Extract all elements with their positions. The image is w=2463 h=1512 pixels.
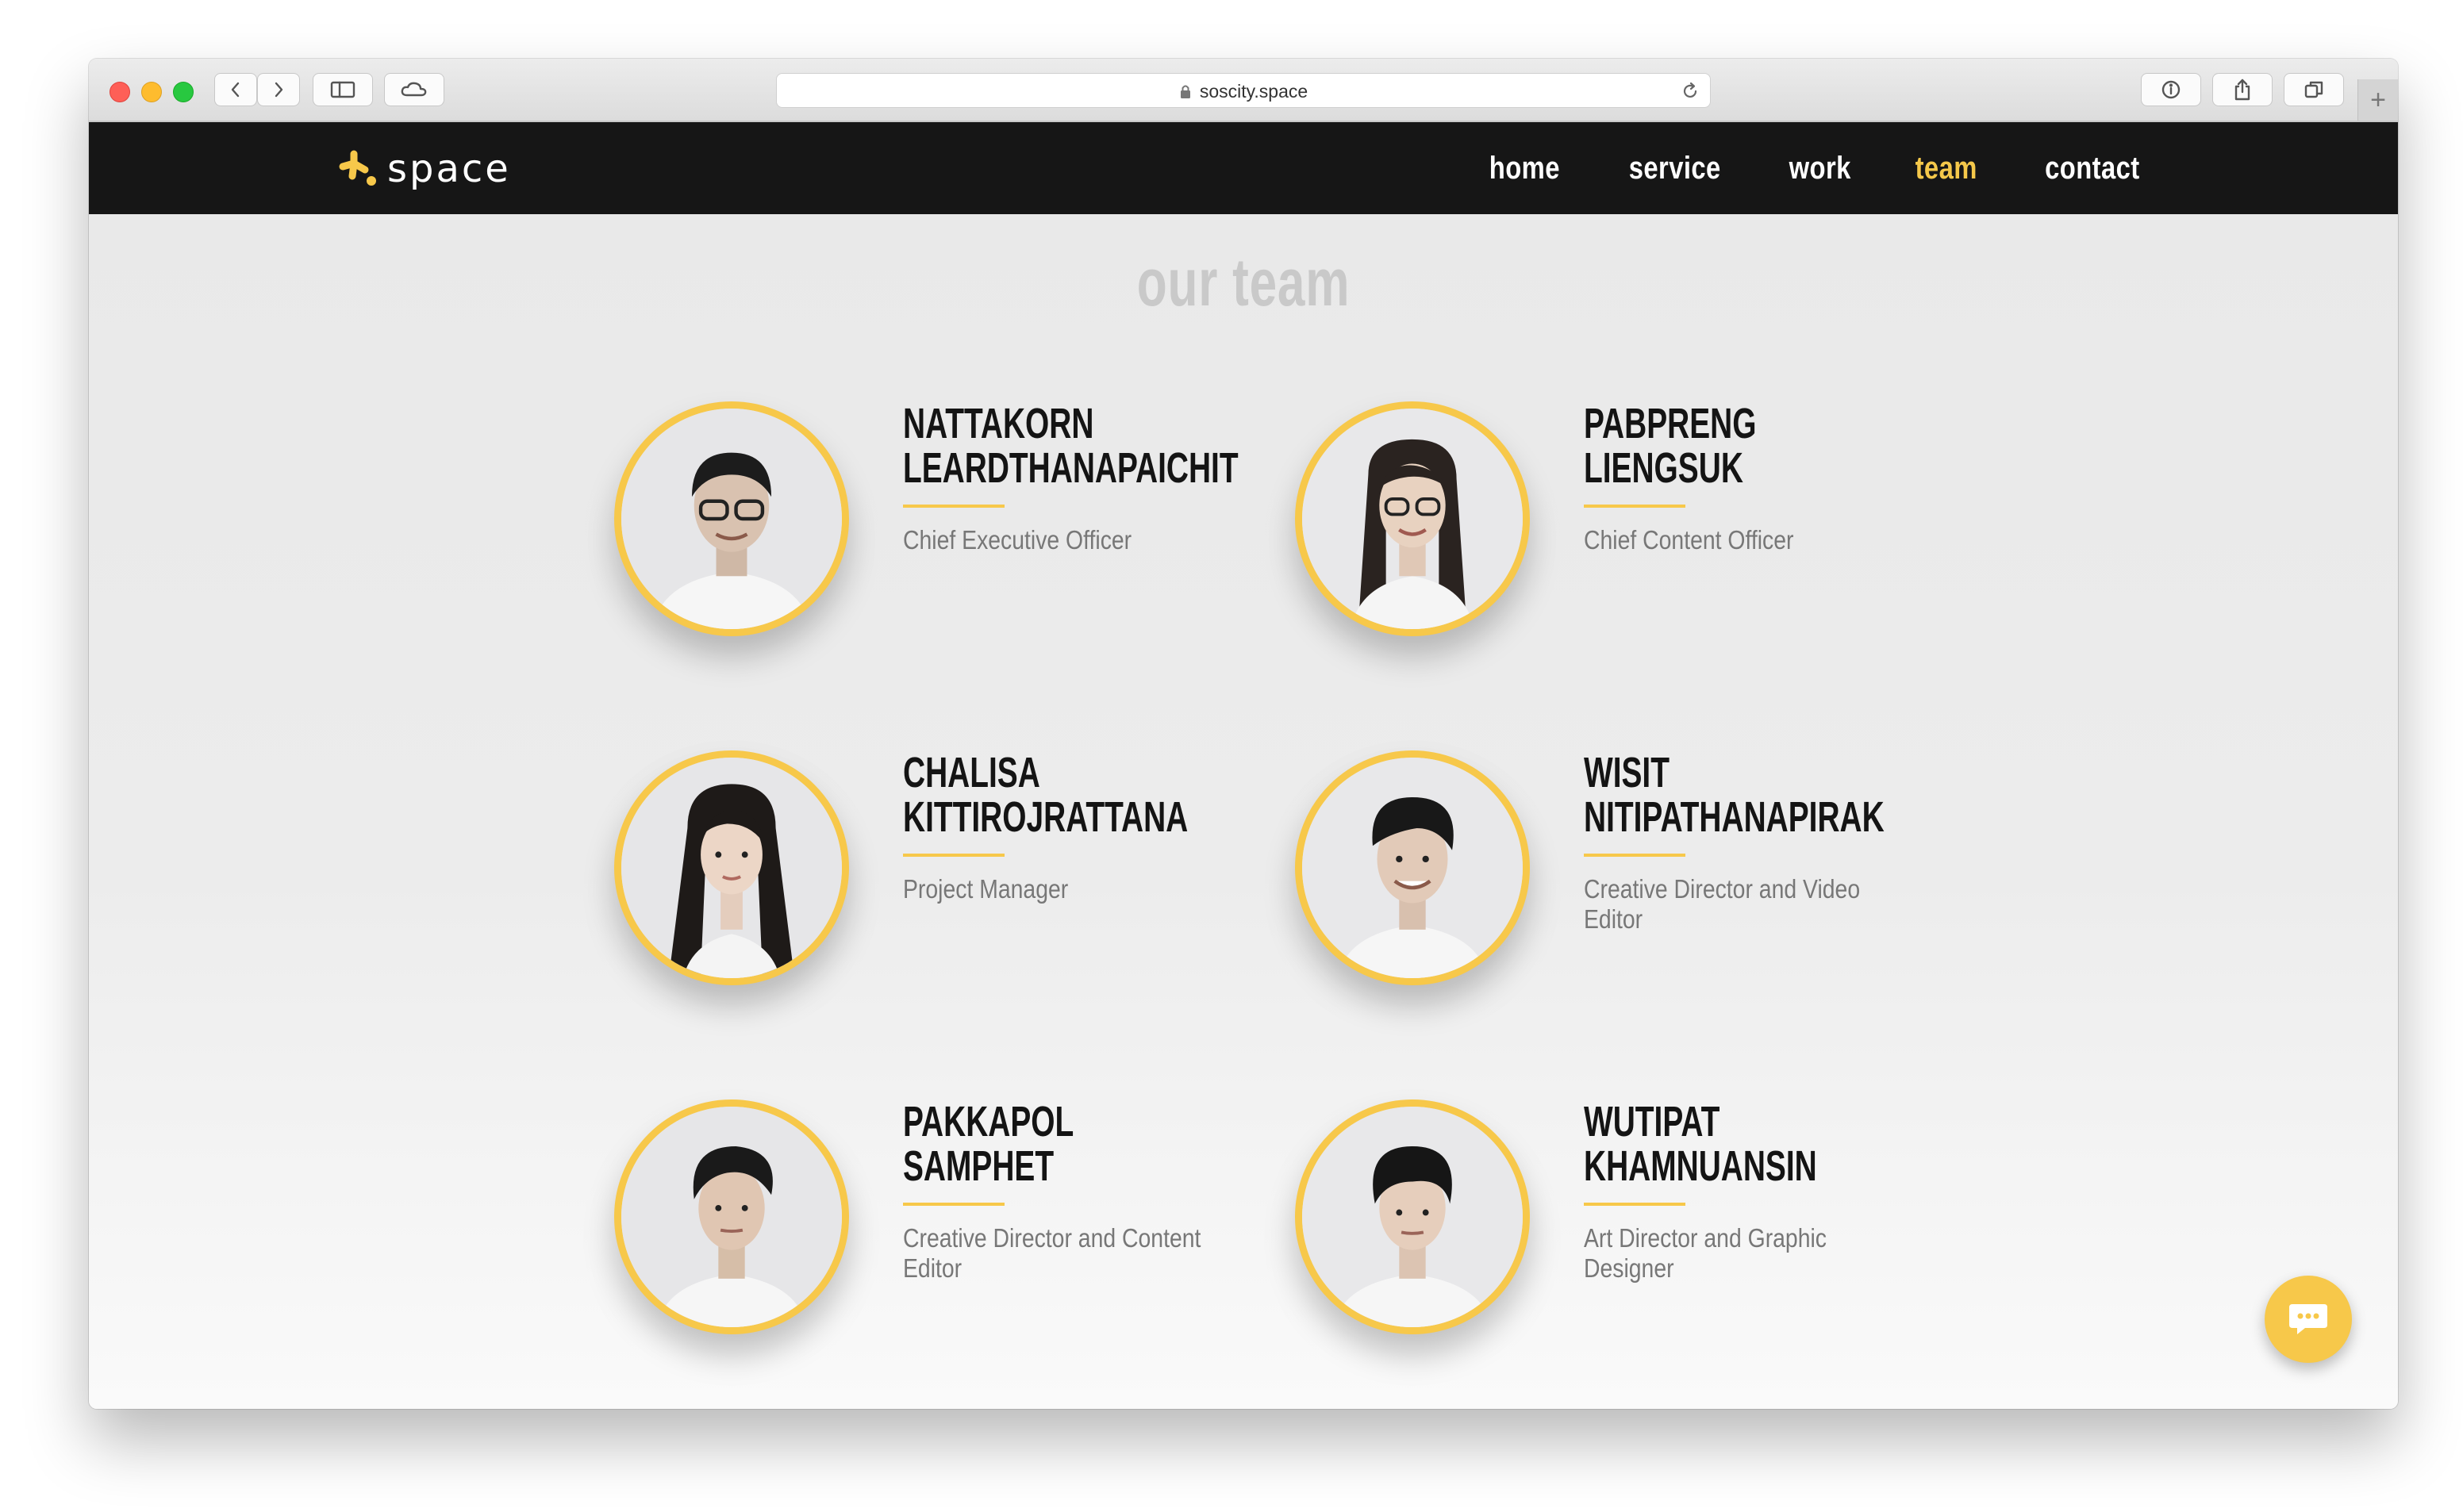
main-nav: home service work team contact xyxy=(1481,122,2150,214)
cloud-icon xyxy=(401,82,427,97)
new-tab-button[interactable]: + xyxy=(2357,79,2398,121)
member-photo xyxy=(614,1099,849,1334)
person-portrait-icon xyxy=(1302,1107,1523,1327)
member-role: Project Manager xyxy=(903,874,1069,904)
member-last-name: LEARDTHANAPAICHIT xyxy=(903,444,1239,492)
site-header: space home service work team contact xyxy=(89,122,2398,214)
close-window-button[interactable] xyxy=(110,82,130,102)
accent-divider xyxy=(903,1203,1005,1206)
tabs-icon xyxy=(2304,81,2323,98)
member-name: NATTAKORN LEARDTHANAPAICHIT xyxy=(903,400,1239,492)
zoom-window-button[interactable] xyxy=(173,82,194,102)
member-last-name: NITIPATHANAPIRAK xyxy=(1584,793,1885,841)
member-name: CHALISA KITTIROJRATTANA xyxy=(903,749,1189,841)
member-first-name: NATTAKORN xyxy=(903,400,1094,447)
member-last-name: SAMPHET xyxy=(903,1142,1055,1190)
accent-divider xyxy=(903,505,1005,508)
chevron-left-icon xyxy=(231,82,240,98)
member-photo xyxy=(614,750,849,985)
browser-window: soscity.space + space home service work … xyxy=(89,59,2398,1409)
chat-bubble-icon xyxy=(2289,1304,2327,1334)
nav-service[interactable]: service xyxy=(1629,151,1721,186)
info-button[interactable] xyxy=(2141,73,2201,106)
minimize-window-button[interactable] xyxy=(141,82,162,102)
member-last-name: LIENGSUK xyxy=(1584,444,1743,492)
member-first-name: PABPRENG xyxy=(1584,400,1757,447)
reload-icon[interactable] xyxy=(1680,81,1700,102)
accent-divider xyxy=(1584,854,1685,857)
nav-team[interactable]: team xyxy=(1915,151,1977,186)
forward-button[interactable] xyxy=(257,73,300,106)
site-logo[interactable]: space xyxy=(336,141,511,197)
accent-divider xyxy=(1584,1203,1685,1206)
address-bar[interactable]: soscity.space xyxy=(776,73,1711,108)
team-member-card: WISIT NITIPATHANAPIRAK Creative Director… xyxy=(1295,750,1930,1004)
share-icon xyxy=(2234,79,2250,101)
chevron-right-icon xyxy=(275,82,283,98)
nav-home[interactable]: home xyxy=(1489,151,1560,186)
team-member-card: PABPRENG LIENGSUK Chief Content Officer xyxy=(1295,401,1930,655)
sidebar-toggle-button[interactable] xyxy=(313,73,373,106)
member-first-name: CHALISA xyxy=(903,749,1040,796)
member-last-name: KHAMNUANSIN xyxy=(1584,1142,1817,1190)
tab-overview-button[interactable] xyxy=(2284,73,2344,106)
team-member-card: CHALISA KITTIROJRATTANA Project Manager xyxy=(614,750,1249,1004)
member-first-name: PAKKAPOL xyxy=(903,1098,1074,1146)
person-portrait-icon xyxy=(1302,758,1523,978)
team-member-card: WUTIPAT KHAMNUANSIN Art Director and Gra… xyxy=(1295,1099,1930,1353)
nav-contact[interactable]: contact xyxy=(2045,151,2140,186)
member-name: PAKKAPOL SAMPHET xyxy=(903,1099,1143,1188)
section-title: our team xyxy=(1136,245,1351,320)
icloud-tabs-button[interactable] xyxy=(384,73,444,106)
member-name: WUTIPAT KHAMNUANSIN xyxy=(1584,1099,1823,1188)
info-icon xyxy=(2161,80,2181,99)
nav-work[interactable]: work xyxy=(1789,151,1850,186)
member-first-name: WISIT xyxy=(1584,749,1670,796)
member-last-name: KITTIROJRATTANA xyxy=(903,793,1189,841)
space-logo-icon xyxy=(339,150,376,186)
member-name: WISIT NITIPATHANAPIRAK xyxy=(1584,749,1885,841)
member-role: Art Director and Graphic Designer xyxy=(1584,1223,1827,1283)
member-first-name: WUTIPAT xyxy=(1584,1098,1720,1146)
member-role: Chief Content Officer xyxy=(1584,525,1794,555)
team-member-card: NATTAKORN LEARDTHANAPAICHIT Chief Execut… xyxy=(614,401,1249,655)
url-text: soscity.space xyxy=(1199,80,1308,102)
logo-text: space xyxy=(387,147,511,191)
lock-icon xyxy=(1180,85,1190,98)
team-member-card: PAKKAPOL SAMPHET Creative Director and C… xyxy=(614,1099,1249,1353)
member-role: Creative Director and Content Editor xyxy=(903,1223,1201,1283)
member-photo xyxy=(614,401,849,636)
person-portrait-icon xyxy=(621,1107,842,1327)
member-name: PABPRENG LIENGSUK xyxy=(1584,401,1823,490)
person-portrait-icon xyxy=(1302,409,1523,629)
member-role: Creative Director and Video Editor xyxy=(1584,874,1861,934)
team-section: our team NATTAKORN LEARDTHANAPAICHIT Chi… xyxy=(89,214,2398,1409)
back-button[interactable] xyxy=(214,73,257,106)
share-button[interactable] xyxy=(2212,73,2273,106)
member-photo xyxy=(1295,750,1530,985)
member-role: Chief Executive Officer xyxy=(903,525,1132,555)
person-portrait-icon xyxy=(621,409,842,629)
browser-toolbar: soscity.space + xyxy=(89,59,2398,122)
accent-divider xyxy=(1584,505,1685,508)
accent-divider xyxy=(903,854,1005,857)
member-photo xyxy=(1295,1099,1530,1334)
person-portrait-icon xyxy=(621,758,842,978)
chat-button[interactable] xyxy=(2265,1276,2352,1363)
member-photo xyxy=(1295,401,1530,636)
sidebar-icon xyxy=(330,81,355,98)
